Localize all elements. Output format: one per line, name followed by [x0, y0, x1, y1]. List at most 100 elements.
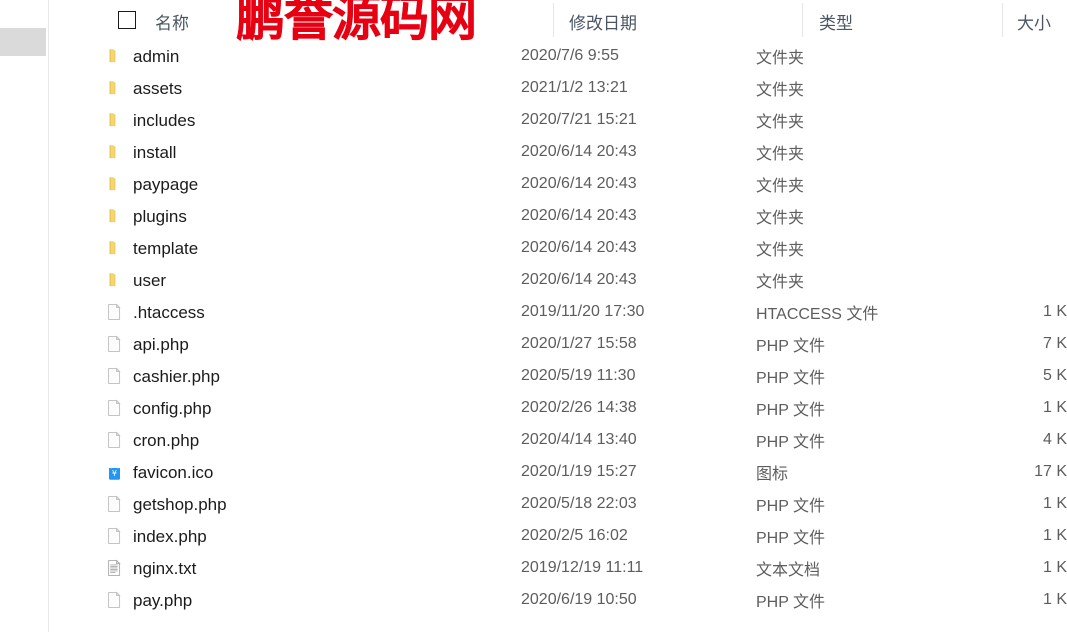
- text-file-icon: [104, 558, 124, 578]
- svg-text:¥: ¥: [112, 469, 117, 478]
- file-explorer-window: 名称 修改日期 类型 大小 admin 2020/7/6 9:55 文件夹 asset…: [0, 0, 1067, 632]
- file-type-cell: PHP 文件: [756, 498, 826, 515]
- file-name-cell[interactable]: ¥ favicon.ico: [104, 456, 213, 488]
- file-name-cell[interactable]: install: [104, 136, 176, 168]
- file-icon: [104, 494, 124, 514]
- table-row[interactable]: pay.php 2020/6/19 10:50 PHP 文件 1 K: [49, 584, 1067, 616]
- file-name-label: nginx.txt: [133, 558, 197, 578]
- table-row[interactable]: assets 2021/1/2 13:21 文件夹: [49, 72, 1067, 104]
- file-size-cell: 1 K: [1042, 527, 1067, 544]
- folder-icon: [104, 46, 124, 66]
- file-icon: [104, 302, 124, 322]
- column-separator[interactable]: [553, 3, 554, 37]
- file-type-cell: PHP 文件: [756, 338, 826, 355]
- file-name-label: getshop.php: [133, 494, 227, 514]
- file-name-label: user: [133, 270, 167, 290]
- column-separator[interactable]: [802, 3, 803, 37]
- file-date-cell: 2020/2/26 14:38: [521, 399, 637, 416]
- file-size-cell: 1 K: [1042, 591, 1067, 608]
- file-type-cell: 图标: [756, 466, 789, 483]
- file-size-cell: [909, 264, 1067, 296]
- column-header-bar: 名称 修改日期 类型 大小: [49, 0, 1067, 40]
- folder-icon: [104, 78, 124, 98]
- file-name-label: cashier.php: [133, 366, 220, 386]
- file-icon: [104, 430, 124, 450]
- file-size-cell: 17 K: [1034, 463, 1067, 480]
- file-type-cell: 文本文档: [756, 562, 821, 579]
- file-size-cell: 1 K: [1042, 559, 1067, 576]
- table-row[interactable]: user 2020/6/14 20:43 文件夹: [49, 264, 1067, 296]
- file-name-cell[interactable]: includes: [104, 104, 195, 136]
- table-row[interactable]: template 2020/6/14 20:43 文件夹: [49, 232, 1067, 264]
- file-name-cell[interactable]: template: [104, 232, 198, 264]
- select-all-checkbox[interactable]: [118, 11, 136, 29]
- file-size-cell: 1 K: [1042, 399, 1067, 416]
- table-row[interactable]: nginx.txt 2019/12/19 11:11 文本文档 1 K: [49, 552, 1067, 584]
- file-name-cell[interactable]: plugins: [104, 200, 187, 232]
- file-date-cell: 2020/6/14 20:43: [521, 143, 637, 160]
- file-name-label: paypage: [133, 174, 199, 194]
- file-size-cell: [909, 104, 1067, 136]
- file-name-label: favicon.ico: [133, 462, 214, 482]
- file-date-cell: 2020/6/14 20:43: [521, 271, 637, 288]
- file-type-cell: 文件夹: [756, 50, 805, 67]
- table-row[interactable]: cashier.php 2020/5/19 11:30 PHP 文件 5 K: [49, 360, 1067, 392]
- column-header-type[interactable]: 类型: [819, 9, 853, 34]
- file-name-label: config.php: [133, 398, 212, 418]
- file-type-cell: PHP 文件: [756, 402, 826, 419]
- file-size-cell: 4 K: [1042, 431, 1067, 448]
- file-name-label: plugins: [133, 206, 187, 226]
- table-row[interactable]: cron.php 2020/4/14 13:40 PHP 文件 4 K: [49, 424, 1067, 456]
- file-name-label: index.php: [133, 526, 207, 546]
- file-name-cell[interactable]: assets: [104, 72, 182, 104]
- file-name-cell[interactable]: user: [104, 264, 166, 296]
- file-name-cell[interactable]: paypage: [104, 168, 198, 200]
- file-type-cell: 文件夹: [756, 178, 805, 195]
- column-header-name[interactable]: 名称: [155, 9, 189, 34]
- file-date-cell: 2020/5/19 11:30: [521, 367, 636, 384]
- file-name-cell[interactable]: admin: [104, 40, 179, 72]
- column-separator[interactable]: [1002, 3, 1003, 37]
- table-row[interactable]: ¥ favicon.ico 2020/1/19 15:27 图标 17 K: [49, 456, 1067, 488]
- file-name-cell[interactable]: index.php: [104, 520, 207, 552]
- file-icon: [104, 526, 124, 546]
- file-name-label: template: [133, 238, 199, 258]
- folder-icon: [104, 270, 124, 290]
- file-size-cell: [909, 200, 1067, 232]
- table-row[interactable]: getshop.php 2020/5/18 22:03 PHP 文件 1 K: [49, 488, 1067, 520]
- file-type-cell: PHP 文件: [756, 530, 826, 547]
- file-name-label: .htaccess: [133, 302, 205, 322]
- table-row[interactable]: api.php 2020/1/27 15:58 PHP 文件 7 K: [49, 328, 1067, 360]
- table-row[interactable]: install 2020/6/14 20:43 文件夹: [49, 136, 1067, 168]
- table-row[interactable]: admin 2020/7/6 9:55 文件夹: [49, 40, 1067, 72]
- file-date-cell: 2020/5/18 22:03: [521, 495, 637, 512]
- folder-icon: [104, 110, 124, 130]
- file-size-cell: [909, 40, 1067, 72]
- file-name-label: cron.php: [133, 430, 200, 450]
- file-date-cell: 2020/4/14 13:40: [521, 431, 637, 448]
- file-name-cell[interactable]: pay.php: [104, 584, 192, 616]
- table-row[interactable]: .htaccess 2019/11/20 17:30 HTACCESS 文件 1 K: [49, 296, 1067, 328]
- file-name-cell[interactable]: cashier.php: [104, 360, 220, 392]
- column-header-date-modified[interactable]: 修改日期: [569, 9, 637, 34]
- table-row[interactable]: paypage 2020/6/14 20:43 文件夹: [49, 168, 1067, 200]
- file-type-cell: HTACCESS 文件: [756, 306, 879, 323]
- table-row[interactable]: includes 2020/7/21 15:21 文件夹: [49, 104, 1067, 136]
- table-row[interactable]: plugins 2020/6/14 20:43 文件夹: [49, 200, 1067, 232]
- file-name-cell[interactable]: .htaccess: [104, 296, 205, 328]
- column-header-size[interactable]: 大小: [1017, 9, 1051, 34]
- file-type-cell: 文件夹: [756, 82, 805, 99]
- file-name-cell[interactable]: nginx.txt: [104, 552, 196, 584]
- file-type-cell: 文件夹: [756, 210, 805, 227]
- file-name-label: assets: [133, 78, 183, 98]
- file-name-cell[interactable]: api.php: [104, 328, 189, 360]
- file-date-cell: 2020/6/14 20:43: [521, 239, 637, 256]
- table-row[interactable]: config.php 2020/2/26 14:38 PHP 文件 1 K: [49, 392, 1067, 424]
- file-size-cell: [909, 168, 1067, 200]
- table-row[interactable]: index.php 2020/2/5 16:02 PHP 文件 1 K: [49, 520, 1067, 552]
- file-name-cell[interactable]: cron.php: [104, 424, 199, 456]
- file-name-cell[interactable]: getshop.php: [104, 488, 227, 520]
- nav-selection-block[interactable]: [0, 28, 46, 56]
- folder-icon: [104, 174, 124, 194]
- file-name-cell[interactable]: config.php: [104, 392, 211, 424]
